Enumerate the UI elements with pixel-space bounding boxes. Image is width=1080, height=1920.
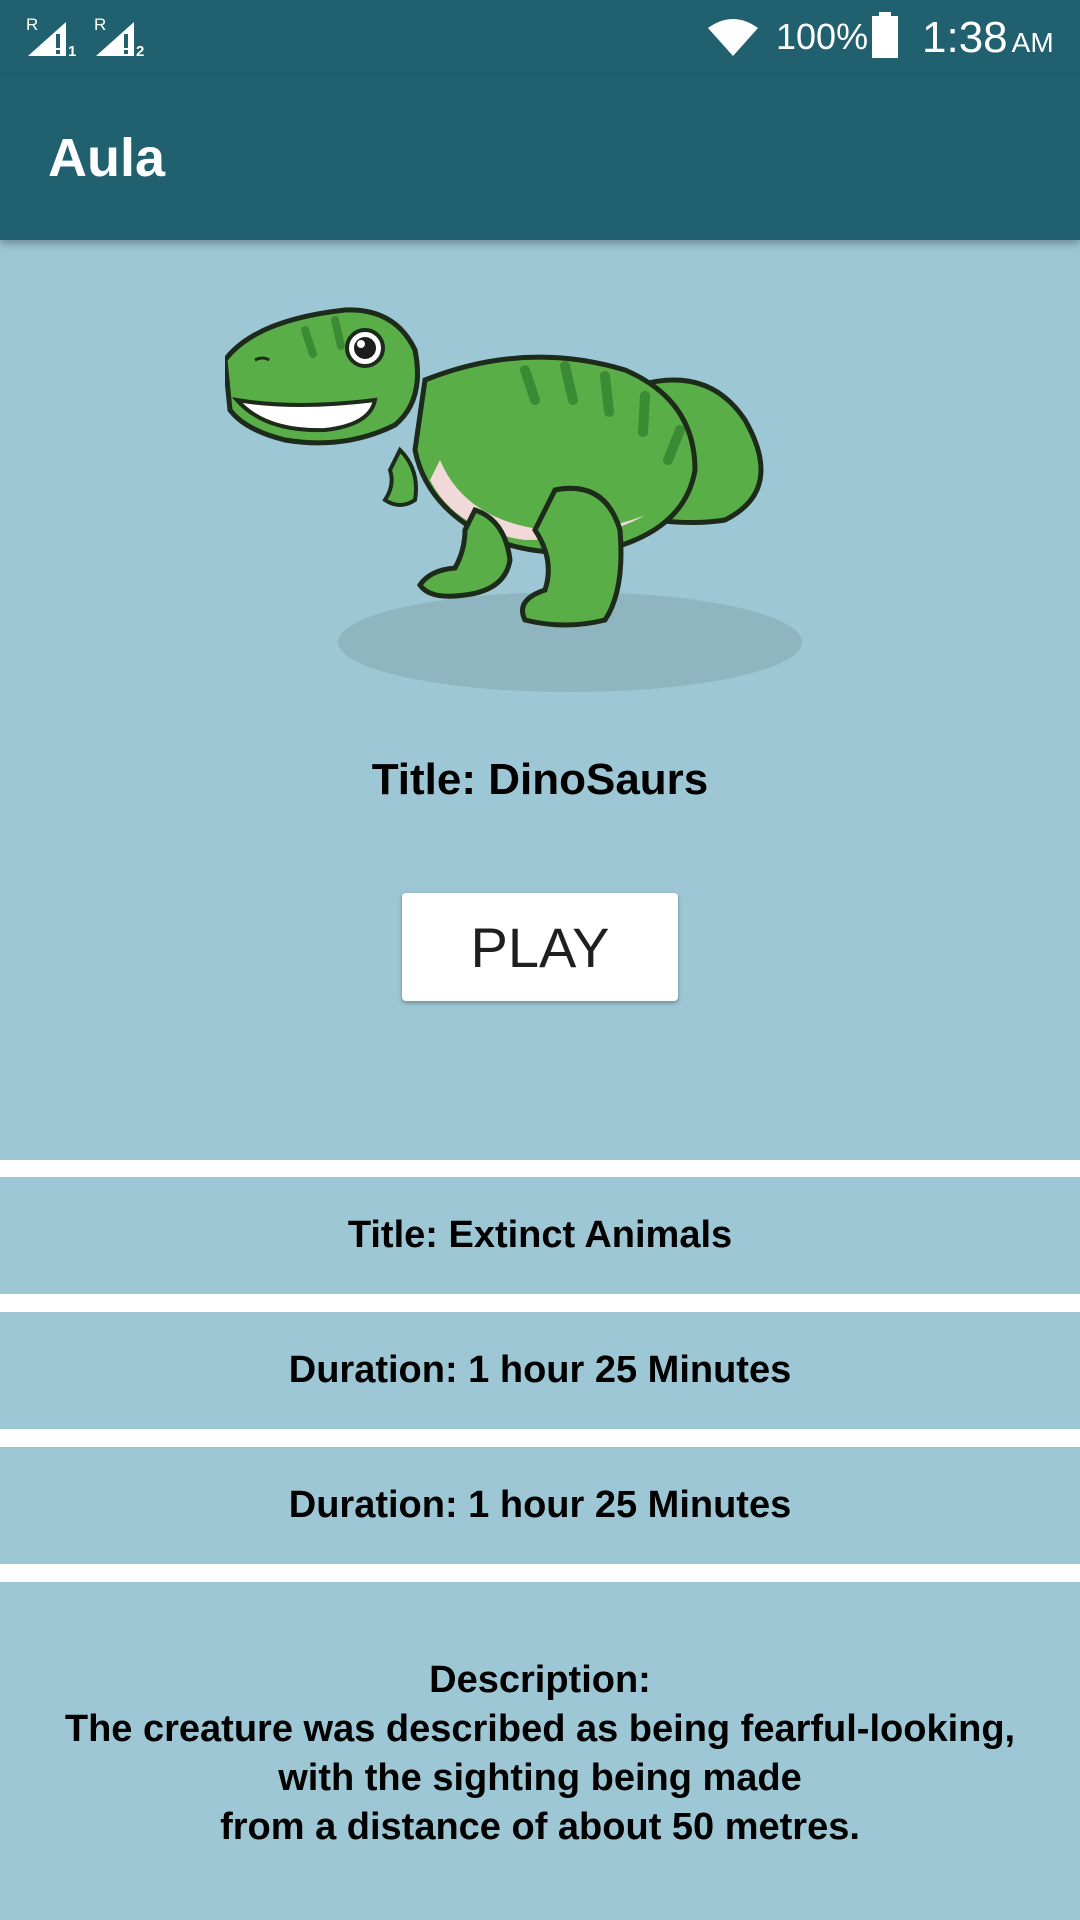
hero-section: Title: DinoSaurs PLAY <box>0 240 1080 1160</box>
wifi-icon <box>708 19 758 56</box>
description-line: from a distance of about 50 metres. <box>220 1806 860 1848</box>
clock-time: 1:38 <box>922 13 1008 62</box>
description-line: The creature was described as being fear… <box>64 1708 1016 1750</box>
list-item: Duration: 1 hour 25 Minutes <box>0 1447 1080 1564</box>
svg-text:R: R <box>26 15 38 34</box>
clock-ampm: AM <box>1011 27 1054 58</box>
app-title: Aula <box>48 128 166 188</box>
description-line: with the sighting being made <box>278 1757 802 1799</box>
row-duration: Duration: 1 hour 25 Minutes <box>288 1349 792 1391</box>
hero-title: Title: DinoSaurs <box>371 755 709 804</box>
list-item: Title: Extinct Animals <box>0 1177 1080 1294</box>
svg-text:2: 2 <box>136 43 144 58</box>
row-title: Title: Extinct Animals <box>347 1214 733 1256</box>
description-text: Description: The creature was described … <box>0 1656 1080 1852</box>
play-button[interactable]: PLAY <box>402 893 678 1001</box>
description-section: Description: The creature was described … <box>0 1582 1080 1920</box>
svg-text:R: R <box>94 15 106 34</box>
row-duration: Duration: 1 hour 25 Minutes <box>288 1484 792 1526</box>
status-bar: R 1 R 2 100% 1:38 AM <box>0 0 1080 76</box>
svg-text:1: 1 <box>68 43 76 58</box>
status-clock: 1:38 AM <box>922 10 1054 71</box>
description-heading: Description: <box>429 1659 651 1701</box>
signal-icon: R 1 <box>26 15 76 58</box>
list-item: Duration: 1 hour 25 Minutes <box>0 1312 1080 1429</box>
dinosaur-illustration <box>225 307 802 692</box>
battery-percent: 100% <box>776 16 869 57</box>
battery-icon <box>872 12 898 58</box>
app-bar: Aula <box>0 76 1080 240</box>
signal-icon: R 2 <box>94 15 144 58</box>
